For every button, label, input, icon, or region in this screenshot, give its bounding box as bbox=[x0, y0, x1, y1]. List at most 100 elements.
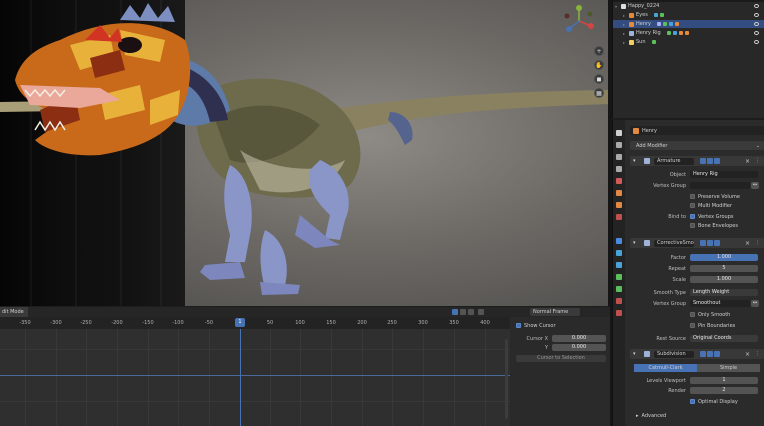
visibility-eye-icon[interactable] bbox=[754, 4, 759, 8]
viewport-toggle[interactable] bbox=[707, 351, 713, 357]
invert-toggle[interactable]: ↔ bbox=[751, 300, 759, 307]
cursor-x-field[interactable]: 0.000 bbox=[552, 335, 606, 342]
current-frame-indicator[interactable]: 1 bbox=[235, 318, 245, 327]
advanced-subpanel[interactable]: ▸ Advanced bbox=[630, 411, 764, 420]
render-levels-field[interactable]: 2 bbox=[690, 387, 758, 394]
corrective-smooth-header[interactable]: ▾ CorrectiveSmo... × ⋮ bbox=[630, 238, 764, 248]
scale-field[interactable]: 1.000 bbox=[690, 276, 758, 283]
modifier-tab-icon[interactable] bbox=[616, 238, 622, 244]
remove-modifier-icon[interactable]: × bbox=[745, 351, 750, 358]
bone-envelopes-row[interactable]: Bone Envelopes bbox=[630, 221, 764, 230]
zoom-icon[interactable]: + bbox=[594, 46, 604, 56]
vertex-group-field[interactable]: Smoothout bbox=[690, 300, 750, 307]
remove-modifier-icon[interactable]: × bbox=[745, 240, 750, 247]
repeat-field[interactable]: 5 bbox=[690, 265, 758, 272]
multi-modifier-row[interactable]: Multi Modifier bbox=[630, 201, 764, 210]
collapse-icon[interactable]: ▾ bbox=[633, 351, 636, 357]
drag-handle-icon[interactable]: ⋮ bbox=[755, 240, 760, 246]
expand-icon[interactable]: ▸ bbox=[621, 40, 627, 45]
visibility-eye-icon[interactable] bbox=[754, 13, 759, 17]
remove-modifier-icon[interactable]: × bbox=[745, 158, 750, 165]
view-layer-tab-icon[interactable] bbox=[616, 166, 622, 172]
data-tab-icon[interactable] bbox=[616, 286, 622, 292]
light-icon bbox=[629, 39, 634, 45]
cursor-to-selection-button[interactable]: Cursor to Selection bbox=[516, 355, 606, 362]
preserve-volume-row[interactable]: Preserve Volume bbox=[630, 192, 764, 201]
collapse-icon[interactable]: ▾ bbox=[633, 240, 636, 246]
armature-object-field[interactable]: Henry Rig bbox=[690, 171, 758, 178]
visibility-eye-icon[interactable] bbox=[754, 31, 759, 35]
expand-icon[interactable]: ▸ bbox=[621, 22, 627, 27]
modifier-name-field[interactable]: Subdivision bbox=[654, 350, 694, 358]
simple-button[interactable]: Simple bbox=[697, 363, 760, 372]
visibility-eye-icon[interactable] bbox=[754, 40, 759, 44]
only-smooth-row[interactable]: Only Smooth bbox=[630, 310, 764, 319]
drag-handle-icon[interactable]: ⋮ bbox=[755, 158, 760, 164]
graph-area[interactable] bbox=[0, 329, 510, 426]
texture-tab-icon[interactable] bbox=[616, 310, 622, 316]
optimal-display-row[interactable]: Optimal Display bbox=[630, 397, 764, 406]
object-name-field[interactable]: Henry bbox=[630, 126, 764, 135]
vertex-group-field[interactable] bbox=[690, 182, 750, 189]
filter-icon[interactable] bbox=[468, 309, 474, 315]
visibility-eye-icon[interactable] bbox=[754, 22, 759, 26]
edit-mode-toggle[interactable] bbox=[700, 158, 706, 164]
expand-icon[interactable]: ▸ bbox=[621, 13, 627, 18]
world-tab-icon[interactable] bbox=[616, 190, 622, 196]
modifier-name-field[interactable]: CorrectiveSmo... bbox=[654, 239, 694, 247]
3d-viewport[interactable]: + ✋ ◼ ▦ bbox=[0, 0, 610, 306]
cursor-y-field[interactable]: 0.000 bbox=[552, 344, 606, 351]
collapse-icon[interactable]: ▾ bbox=[633, 158, 636, 164]
pivot-dropdown[interactable]: Normal Frame bbox=[530, 308, 580, 316]
outliner-row-collection[interactable]: ▾ Happy_0224 bbox=[613, 2, 764, 10]
expand-icon[interactable]: ▸ bbox=[621, 31, 627, 36]
grid-icon[interactable]: ▦ bbox=[594, 88, 604, 98]
output-tab-icon[interactable] bbox=[616, 154, 622, 160]
rest-source-dropdown[interactable]: Original Coords bbox=[690, 335, 758, 342]
navigation-gizmo[interactable] bbox=[562, 4, 596, 38]
scale-row: Scale 1.000 bbox=[630, 275, 764, 284]
pan-hand-icon[interactable]: ✋ bbox=[594, 60, 604, 70]
catmull-clark-button[interactable]: Catmull-Clark bbox=[634, 363, 697, 372]
frame-ruler[interactable]: -350 -300 -250 -200 -150 -100 -50 1 50 1… bbox=[0, 317, 510, 329]
factor-slider[interactable]: 1.000 bbox=[690, 254, 758, 261]
outliner-row-sun[interactable]: ▸ Sun bbox=[613, 38, 764, 46]
scrollbar[interactable] bbox=[505, 339, 508, 419]
vertex-groups-row[interactable]: Bind to Vertex Groups bbox=[630, 212, 764, 221]
render-toggle[interactable] bbox=[714, 351, 720, 357]
proportional-icon[interactable] bbox=[460, 309, 466, 315]
render-tab-icon[interactable] bbox=[616, 142, 622, 148]
show-cursor-row[interactable]: Show Cursor bbox=[516, 321, 606, 330]
levels-viewport-field[interactable]: 1 bbox=[690, 377, 758, 384]
constraints-tab-icon[interactable] bbox=[616, 274, 622, 280]
edit-mode-toggle[interactable] bbox=[700, 351, 706, 357]
pin-boundaries-row[interactable]: Pin Boundaries bbox=[630, 321, 764, 330]
subdivision-header[interactable]: ▾ Subdivision × ⋮ bbox=[630, 349, 764, 359]
material-tab-icon[interactable] bbox=[616, 298, 622, 304]
scene-tab-icon[interactable] bbox=[616, 178, 622, 184]
tool-tab-icon[interactable] bbox=[616, 130, 622, 136]
smooth-type-dropdown[interactable]: Length Weight bbox=[690, 289, 758, 296]
viewport-toggle[interactable] bbox=[707, 240, 713, 246]
physics-tab-icon[interactable] bbox=[616, 262, 622, 268]
view-icon[interactable] bbox=[478, 309, 484, 315]
snap-icon[interactable] bbox=[452, 309, 458, 315]
armature-modifier-header[interactable]: ▾ Armature × ⋮ bbox=[630, 156, 764, 166]
outliner-row-henry-rig[interactable]: ▸ Henry Rig bbox=[613, 29, 764, 37]
expand-icon[interactable]: ▾ bbox=[613, 4, 619, 9]
outliner-row-henry[interactable]: ▸ Henry bbox=[613, 20, 764, 28]
outliner-row-eyes[interactable]: ▸ Eyes bbox=[613, 11, 764, 19]
drag-handle-icon[interactable]: ⋮ bbox=[755, 351, 760, 357]
collection-tab-icon[interactable] bbox=[616, 214, 622, 220]
viewport-toggle[interactable] bbox=[707, 158, 713, 164]
render-toggle[interactable] bbox=[714, 240, 720, 246]
camera-icon[interactable]: ◼ bbox=[594, 74, 604, 84]
invert-toggle[interactable]: ↔ bbox=[751, 182, 759, 189]
particles-tab-icon[interactable] bbox=[616, 250, 622, 256]
modifier-name-field[interactable]: Armature bbox=[654, 157, 694, 165]
object-tab-icon[interactable] bbox=[616, 202, 622, 208]
add-modifier-dropdown[interactable]: Add Modifier ⌄ bbox=[630, 141, 764, 150]
render-toggle[interactable] bbox=[714, 158, 720, 164]
mode-dropdown[interactable]: dit Mode bbox=[0, 307, 28, 317]
edit-mode-toggle[interactable] bbox=[700, 240, 706, 246]
